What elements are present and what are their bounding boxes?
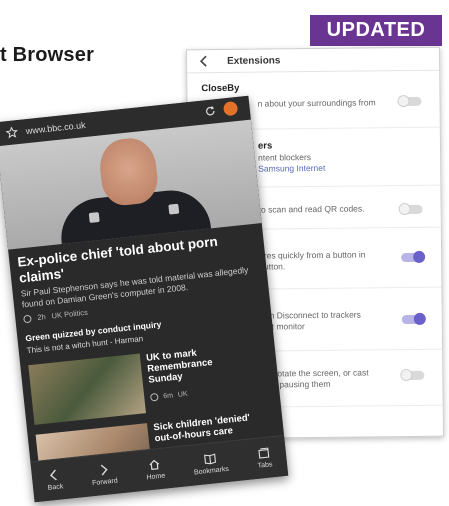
face-shape bbox=[97, 135, 160, 208]
story-time: 2h bbox=[36, 312, 47, 322]
forward-icon bbox=[100, 464, 108, 476]
article-headline: t Browser bbox=[0, 44, 95, 66]
browser-screenshot: www.bbc.co.uk Ex-police chief 'told abou… bbox=[0, 95, 289, 503]
reload-icon[interactable] bbox=[204, 105, 216, 117]
forward-button[interactable]: Forward bbox=[90, 463, 119, 488]
menu-icon[interactable] bbox=[222, 100, 239, 117]
back-button[interactable]: Back bbox=[46, 468, 64, 492]
back-arrow-icon[interactable] bbox=[197, 54, 211, 68]
url-text[interactable]: www.bbc.co.uk bbox=[25, 120, 86, 136]
clock-icon bbox=[149, 392, 159, 402]
bookmarks-button[interactable]: Bookmarks bbox=[192, 451, 230, 477]
extension-desc: rom Disconnect to trackers that monitor bbox=[259, 309, 361, 332]
extension-toggle[interactable] bbox=[401, 252, 424, 263]
updated-badge: UPDATED bbox=[310, 15, 442, 46]
story-time: 6m bbox=[162, 391, 174, 400]
story-thumbnail bbox=[28, 353, 146, 425]
story-section[interactable]: UK Politics bbox=[51, 308, 88, 321]
extension-toggle[interactable] bbox=[399, 96, 422, 107]
extensions-header: Extensions bbox=[186, 47, 440, 74]
extension-toggle[interactable] bbox=[400, 204, 423, 215]
story-title[interactable]: UK to mark Remembrance Sunday bbox=[146, 342, 249, 386]
extension-toggle[interactable] bbox=[401, 314, 424, 325]
back-icon bbox=[50, 469, 58, 481]
extension-desc: ures quickly from a button in button. bbox=[259, 249, 366, 272]
bookmarks-icon bbox=[204, 453, 217, 465]
insignia-shape bbox=[88, 212, 100, 223]
star-icon[interactable] bbox=[5, 126, 18, 139]
story-section[interactable]: UK bbox=[178, 390, 188, 398]
home-label: Home bbox=[146, 472, 166, 482]
extension-toggle[interactable] bbox=[402, 370, 425, 381]
tabs-label: Tabs bbox=[257, 461, 273, 470]
extension-title: ers bbox=[257, 140, 273, 152]
extension-link[interactable]: Samsung Internet bbox=[258, 162, 443, 174]
tabs-button[interactable]: Tabs bbox=[256, 446, 273, 470]
clock-icon bbox=[23, 314, 32, 323]
home-icon bbox=[149, 459, 160, 470]
forward-label: Forward bbox=[91, 477, 119, 488]
bookmarks-label: Bookmarks bbox=[193, 465, 230, 477]
home-button[interactable]: Home bbox=[145, 458, 166, 482]
extensions-title: Extensions bbox=[227, 54, 281, 67]
insignia-shape bbox=[168, 203, 180, 215]
story-meta: 6m UK bbox=[149, 383, 250, 402]
back-label: Back bbox=[47, 483, 64, 492]
tabs-icon bbox=[258, 447, 270, 459]
extension-title: CloseBy bbox=[201, 82, 240, 95]
